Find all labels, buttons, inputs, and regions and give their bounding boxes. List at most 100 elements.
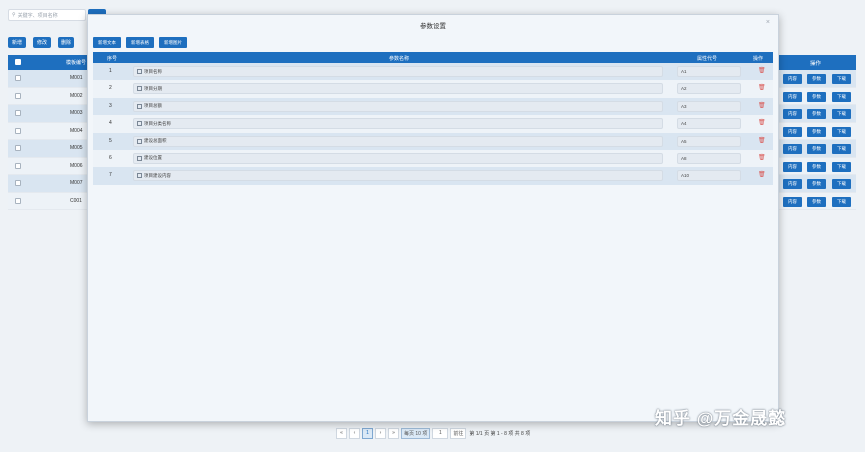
goto-page-button[interactable]: 前往	[450, 427, 467, 439]
params-button[interactable]: 参数	[807, 144, 826, 154]
row-checkbox[interactable]	[15, 127, 21, 134]
pagination-info: 第 1/1 页 第 1 - 8 项 共 8 项	[469, 430, 531, 437]
content-button[interactable]: 内容	[783, 126, 802, 137]
param-name-value: 项目分类名称	[144, 120, 171, 126]
page-size-select[interactable]: 每页 10 项	[401, 427, 431, 439]
param-name-input[interactable]: 项目名称	[133, 66, 663, 77]
download-button[interactable]: 下载	[832, 161, 851, 172]
goto-page-input[interactable]: 1	[432, 427, 449, 439]
param-name-value: 项目分期	[144, 85, 162, 91]
download-button[interactable]: 下载	[832, 126, 851, 137]
trash-icon[interactable]: 🗑	[758, 137, 766, 144]
param-name-value: 项目总额	[144, 103, 162, 109]
next-page-button[interactable]: ›	[375, 427, 386, 439]
template-code: C001	[70, 197, 82, 204]
attr-code-input[interactable]: A4	[677, 118, 741, 130]
row-checkbox[interactable]	[15, 92, 21, 99]
attr-code-value: A2	[681, 86, 687, 92]
params-button[interactable]: 参数	[807, 109, 826, 119]
download-button[interactable]: 下载	[832, 196, 851, 207]
trash-icon[interactable]: 🗑	[758, 102, 766, 109]
attr-code-value: A4	[681, 121, 687, 127]
delete-button[interactable]: 删除	[58, 37, 74, 48]
search-input[interactable]: ⚲ 关键字、项目名称	[8, 9, 86, 21]
param-name-input[interactable]: 项目总额	[133, 100, 663, 112]
content-button[interactable]: 内容	[783, 179, 802, 189]
trash-icon[interactable]: 🗑	[758, 154, 766, 161]
parameter-row: 2 项目分期 A2 🗑	[93, 80, 773, 98]
row-index: 5	[109, 137, 112, 144]
select-all-checkbox[interactable]	[15, 59, 21, 65]
document-icon	[137, 69, 142, 74]
last-page-button[interactable]: »	[388, 427, 399, 439]
add-image-button[interactable]: 新增图片	[159, 37, 187, 48]
add-table-button[interactable]: 新增表格	[126, 37, 154, 48]
attr-code-input[interactable]: A2	[677, 83, 741, 95]
params-button[interactable]: 参数	[807, 179, 826, 189]
param-name-value: 建设总面积	[144, 138, 167, 144]
param-name-input[interactable]: 建设总面积	[133, 135, 663, 147]
add-button[interactable]: 新增	[8, 37, 26, 48]
edit-button[interactable]: 修改	[33, 37, 51, 48]
download-button[interactable]: 下载	[832, 179, 851, 189]
trash-icon[interactable]: 🗑	[758, 119, 766, 126]
template-code: M005	[70, 145, 83, 151]
document-icon	[137, 173, 142, 179]
row-index: 6	[109, 154, 112, 161]
header-index: 序号	[107, 56, 118, 62]
params-button[interactable]: 参数	[807, 161, 826, 172]
header-param-name: 参数名称	[389, 56, 410, 62]
row-checkbox[interactable]	[15, 197, 21, 204]
param-name-input[interactable]: 项目分期	[133, 83, 663, 95]
template-code: M004	[70, 127, 83, 134]
header-actions: 操作	[810, 61, 822, 67]
search-icon: ⚲	[12, 12, 16, 18]
parameter-row: 6 建设位置 A8 🗑	[93, 149, 773, 168]
params-button[interactable]: 参数	[807, 91, 826, 102]
download-button[interactable]: 下载	[832, 91, 851, 102]
content-button[interactable]: 内容	[783, 161, 802, 172]
row-checkbox[interactable]	[15, 162, 21, 169]
trash-icon[interactable]: 🗑	[758, 67, 766, 74]
row-checkbox[interactable]	[15, 110, 21, 116]
attr-code-input[interactable]: A5	[677, 135, 741, 147]
current-page-button[interactable]: 1	[362, 427, 373, 439]
trash-icon[interactable]: 🗑	[758, 171, 766, 178]
row-checkbox[interactable]	[15, 75, 21, 81]
document-icon	[137, 121, 142, 127]
download-button[interactable]: 下载	[832, 109, 851, 119]
content-button[interactable]: 内容	[783, 74, 802, 84]
trash-icon[interactable]: 🗑	[758, 84, 766, 91]
prev-page-button[interactable]: ‹	[349, 427, 360, 439]
close-icon[interactable]: ×	[766, 19, 770, 26]
params-button[interactable]: 参数	[807, 74, 826, 84]
content-button[interactable]: 内容	[783, 109, 802, 119]
attr-code-input[interactable]: A8	[677, 152, 741, 164]
first-page-button[interactable]: «	[336, 427, 347, 439]
row-index: 1	[109, 68, 112, 74]
parameter-table: 序号 参数名称 属性代号 操作 1 项目名称 A1 🗑 2 项目分期 A2 🗑 3 项目总额 A3 🗑…	[93, 52, 773, 185]
row-checkbox[interactable]	[15, 145, 21, 151]
parameter-row: 4 项目分类名称 A4 🗑	[93, 115, 773, 133]
param-name-input[interactable]: 建设位置	[133, 152, 663, 164]
params-button[interactable]: 参数	[807, 196, 826, 207]
add-text-button[interactable]: 新增文本	[93, 37, 121, 48]
attr-code-value: A1	[681, 69, 687, 74]
param-name-input[interactable]: 项目建设内容	[133, 170, 663, 182]
template-code: M007	[70, 180, 83, 186]
attr-code-input[interactable]: A10	[677, 170, 741, 182]
attr-code-input[interactable]: A1	[677, 66, 741, 77]
param-name-input[interactable]: 项目分类名称	[133, 118, 663, 130]
content-button[interactable]: 内容	[783, 91, 802, 102]
download-button[interactable]: 下载	[832, 144, 851, 154]
params-button[interactable]: 参数	[807, 126, 826, 137]
param-name-value: 建设位置	[144, 155, 162, 161]
search-placeholder: 关键字、项目名称	[17, 12, 58, 19]
row-checkbox[interactable]	[15, 180, 21, 186]
content-button[interactable]: 内容	[783, 196, 802, 207]
attr-code-input[interactable]: A3	[677, 100, 741, 112]
row-index: 3	[109, 102, 112, 109]
content-button[interactable]: 内容	[783, 144, 802, 154]
pagination: « ‹ 1 › » 每页 10 项 1 前往 第 1/1 页 第 1 - 8 项…	[336, 427, 531, 439]
download-button[interactable]: 下载	[832, 74, 851, 84]
